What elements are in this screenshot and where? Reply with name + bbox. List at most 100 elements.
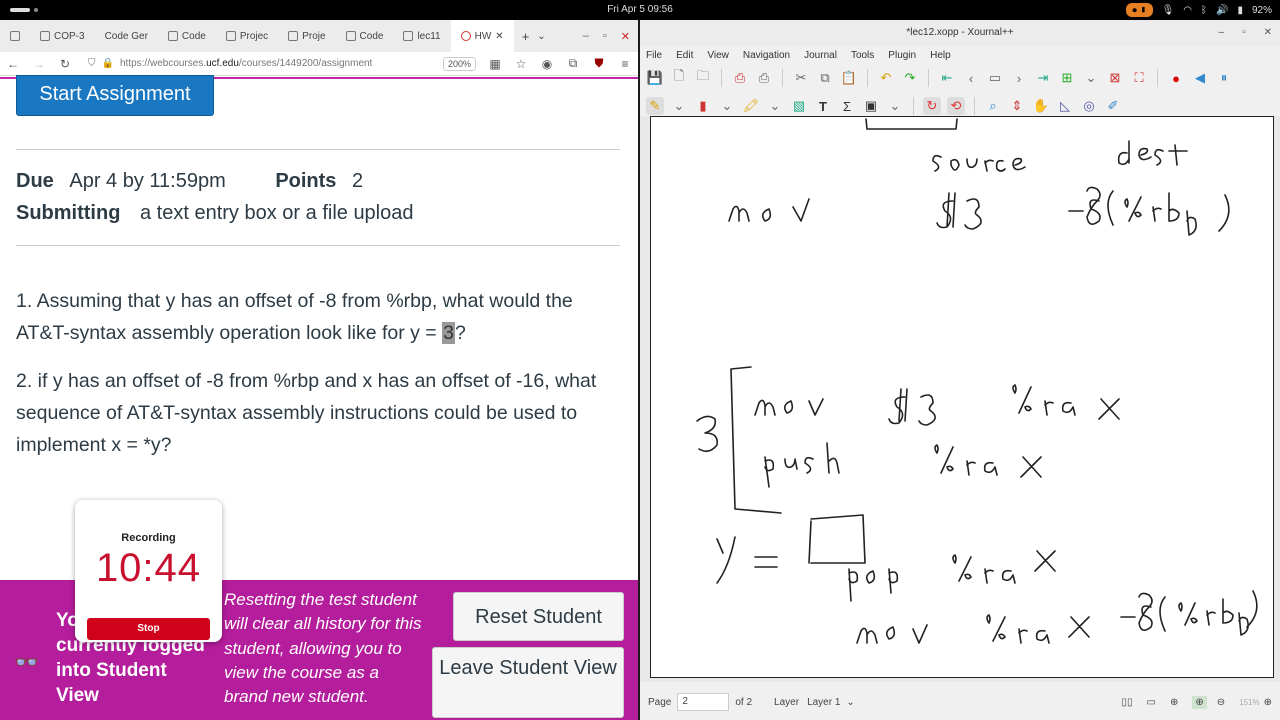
browser-tab[interactable]: lec11 — [393, 20, 450, 52]
two-page-view-icon[interactable]: ▯▯ — [1122, 697, 1133, 708]
reset-student-button[interactable]: Reset Student — [453, 592, 624, 641]
pen-dropdown-icon[interactable]: ⌄ — [670, 97, 688, 115]
text-tool-icon[interactable]: T — [814, 97, 832, 115]
add-page-icon[interactable]: ⊞ — [1058, 69, 1076, 87]
layer-select[interactable]: Layer 1 — [807, 697, 840, 708]
image-icon[interactable]: ▧ — [790, 97, 808, 115]
xournal-status-bar: Page 2 of 2 Layer Layer 1 ⌄ ▯▯ ▭ ⊕ ⊕ ⊖ 1… — [640, 689, 1280, 715]
last-page-icon[interactable]: ⇥ — [1034, 69, 1052, 87]
compass-icon[interactable]: ◎ — [1080, 97, 1098, 115]
wifi-icon: ◠ — [1183, 4, 1193, 16]
menu-file[interactable]: File — [646, 50, 662, 61]
select-dropdown-icon[interactable]: ⌄ — [886, 97, 904, 115]
vertical-space-icon[interactable]: ⇕ — [1008, 97, 1026, 115]
new-tab-icon[interactable]: + — [514, 29, 538, 44]
notebook-page[interactable] — [650, 116, 1274, 678]
reload-icon[interactable]: ↻ — [52, 57, 78, 71]
audio-back-icon[interactable]: ◀ — [1191, 69, 1209, 87]
xournal-window-controls: – ▫ ✕ — [1219, 27, 1273, 38]
new-document-icon[interactable]: 🗋 — [670, 68, 688, 87]
ublock-icon[interactable]: ⛊ — [586, 56, 612, 71]
browser-tab[interactable]: Projec — [216, 20, 278, 52]
grid-icon[interactable]: ▦ — [482, 57, 508, 71]
browser-tab[interactable]: Code Ger — [95, 20, 158, 52]
shape-recognizer-icon[interactable]: ↻ — [923, 97, 941, 115]
setsquare-icon[interactable]: ◺ — [1056, 97, 1074, 115]
pen-icon[interactable]: ✎ — [646, 97, 664, 115]
open-icon[interactable]: 🗀 — [694, 68, 712, 87]
undo-icon[interactable]: ↶ — [877, 69, 895, 87]
eraser-icon[interactable]: ▮ — [694, 97, 712, 115]
close-tab-icon[interactable]: ✕ — [495, 31, 503, 42]
divider — [16, 149, 620, 150]
menu-tools[interactable]: Tools — [851, 50, 874, 61]
export-pdf-icon[interactable]: ⎙ — [731, 69, 749, 87]
color-picker-icon[interactable]: ✐ — [1104, 97, 1122, 115]
menu-navigation[interactable]: Navigation — [743, 50, 790, 61]
highlighter-dropdown-icon[interactable]: ⌄ — [766, 97, 784, 115]
copy-icon[interactable]: ⧉ — [816, 69, 834, 87]
zoom-level[interactable]: 200% — [442, 56, 476, 71]
first-page-icon[interactable]: ⇤ — [938, 69, 956, 87]
browser-tab-active[interactable]: HW ✕ — [450, 20, 514, 52]
system-clock[interactable]: Fri Apr 5 09:56 — [0, 4, 1280, 15]
previous-page-icon[interactable]: ‹ — [962, 69, 980, 87]
bookmark-star-icon[interactable]: ☆ — [508, 57, 534, 71]
xournal-toolbar-1: 💾 🗋 🗀 ⎙ ⎙ ✂ ⧉ 📋 ↶ ↷ ⇤ ‹ ▭ › ⇥ ⊞ ⌄ ⊠ ⛶ ● … — [640, 64, 1280, 92]
browser-tab[interactable]: Code — [158, 20, 216, 52]
zoom-in-icon[interactable]: ⊕ — [1192, 695, 1207, 709]
start-assignment-button[interactable]: Start Assignment — [16, 75, 214, 116]
goto-page-icon[interactable]: ▭ — [986, 69, 1004, 87]
zoom-fit-icon[interactable]: ⊕ — [1170, 697, 1178, 708]
extensions-icon[interactable]: ⧉ — [560, 56, 586, 71]
maximize-icon[interactable]: ▫ — [1242, 27, 1246, 38]
next-page-icon[interactable]: › — [1010, 69, 1028, 87]
browser-tab[interactable]: Code — [336, 20, 394, 52]
cut-icon[interactable]: ✂ — [792, 69, 810, 87]
close-icon[interactable]: ✕ — [621, 30, 630, 43]
minimize-icon[interactable]: – — [1219, 27, 1225, 38]
select-rect-icon[interactable]: ▣ — [862, 97, 880, 115]
zoom-out-icon[interactable]: ⊖ — [1217, 697, 1225, 708]
audio-pause-icon[interactable]: ⏸ — [1215, 69, 1233, 87]
address-bar[interactable]: ⛉ 🔒 https://webcourses.ucf.edu/courses/1… — [82, 55, 439, 73]
paste-icon[interactable]: 📋 — [840, 69, 858, 87]
lasso-icon[interactable]: ⌕ — [984, 97, 1002, 115]
stop-recording-button[interactable]: Stop — [87, 618, 210, 640]
record-icon[interactable]: ● — [1167, 69, 1185, 87]
hand-icon[interactable]: ✋ — [1032, 97, 1050, 115]
menu-edit[interactable]: Edit — [676, 50, 693, 61]
menu-journal[interactable]: Journal — [804, 50, 837, 61]
fullscreen-icon[interactable]: ⛶ — [1130, 69, 1148, 87]
leave-student-view-button[interactable]: Leave Student View — [432, 647, 624, 718]
tab-list-dropdown-icon[interactable]: ⌄ — [537, 31, 545, 42]
presentation-icon[interactable]: ▭ — [1147, 697, 1156, 708]
close-icon[interactable]: ✕ — [1264, 27, 1272, 38]
browser-tab[interactable]: Proje — [278, 20, 335, 52]
print-icon[interactable]: ⎙ — [755, 69, 773, 87]
layer-dropdown-icon[interactable]: ⌄ — [846, 697, 854, 708]
save-icon[interactable]: 💾 — [646, 69, 664, 87]
menu-icon[interactable]: ≡ — [612, 57, 638, 71]
latex-icon[interactable]: Σ — [838, 97, 856, 115]
back-icon[interactable]: ← — [0, 57, 26, 71]
page-number-input[interactable]: 2 — [677, 693, 730, 711]
screen-recording-indicator[interactable]: ⏺ ▮ — [1126, 3, 1153, 17]
highlighter-icon[interactable]: 🖍 — [742, 97, 760, 115]
menu-view[interactable]: View — [707, 50, 729, 61]
delete-page-icon[interactable]: ⊠ — [1106, 69, 1124, 87]
maximize-icon[interactable]: ▫ — [603, 30, 607, 43]
browser-tab[interactable]: COP-3 — [30, 20, 95, 52]
minimize-icon[interactable]: – — [583, 30, 589, 43]
eraser-dropdown-icon[interactable]: ⌄ — [718, 97, 736, 115]
forward-icon[interactable]: → — [26, 57, 52, 71]
account-icon[interactable]: ◉ — [534, 57, 560, 71]
menu-help[interactable]: Help — [930, 50, 951, 61]
redo-icon[interactable]: ↷ — [901, 69, 919, 87]
tab-list-icon[interactable] — [0, 20, 30, 52]
system-tray[interactable]: ⏺ ▮ 🎙 ◠ ᛒ 🔊 ▮ 92% — [1126, 2, 1272, 18]
zoom-plus-icon[interactable]: ⊕ — [1264, 697, 1272, 708]
page-dropdown-icon[interactable]: ⌄ — [1082, 69, 1100, 87]
menu-plugin[interactable]: Plugin — [888, 50, 916, 61]
ruler-icon[interactable]: ⟲ — [947, 97, 965, 115]
